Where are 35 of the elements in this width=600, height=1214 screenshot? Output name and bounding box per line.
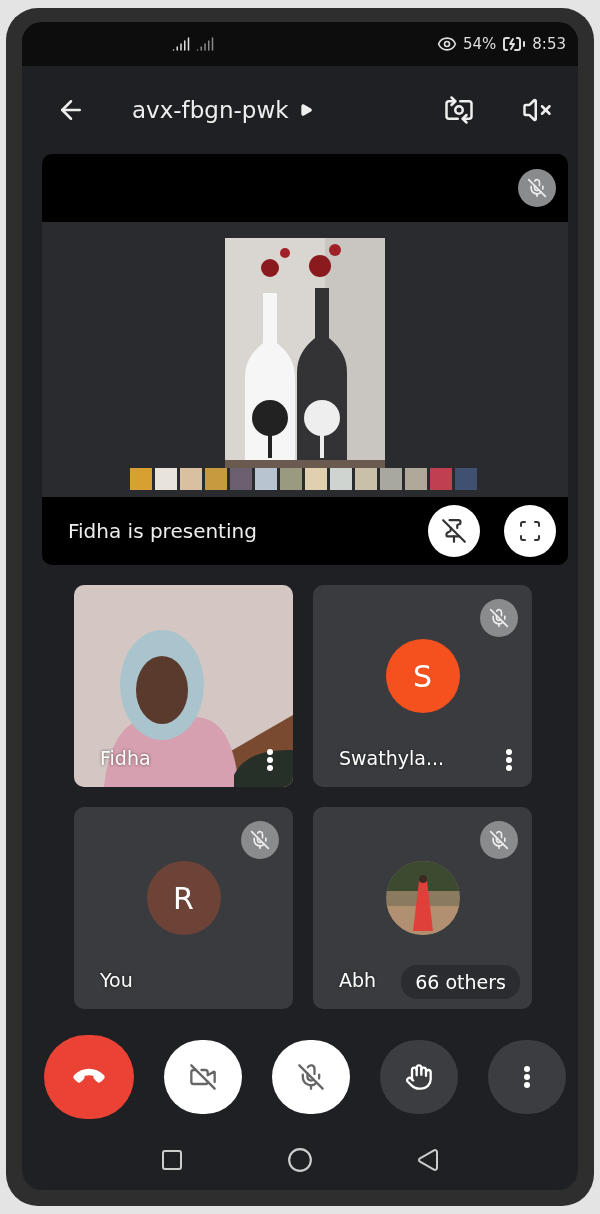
others-count-badge[interactable]: 66 others xyxy=(401,965,520,999)
participant-name: Abh xyxy=(339,969,377,991)
participant-name: You xyxy=(100,969,133,991)
eye-icon xyxy=(436,34,457,54)
caret-icon xyxy=(298,103,313,117)
more-icon xyxy=(506,749,512,771)
participant-name: Swathyla... xyxy=(339,747,445,769)
mic-off-icon xyxy=(297,1063,325,1091)
fullscreen-icon xyxy=(518,519,542,543)
mic-off-icon xyxy=(527,178,547,198)
clock: 8:53 xyxy=(532,35,566,53)
presenting-label: Fidha is presenting xyxy=(68,519,258,543)
meeting-code[interactable]: avx-fbgn-pwk xyxy=(132,97,289,123)
battery-percent: 54% xyxy=(462,35,497,53)
unpin-button[interactable] xyxy=(428,505,480,557)
unpin-icon xyxy=(441,518,467,544)
hand-icon xyxy=(405,1063,433,1091)
triangle-icon xyxy=(416,1147,440,1172)
square-icon xyxy=(160,1147,184,1172)
signal-icon xyxy=(196,35,214,53)
signal-icon xyxy=(172,35,190,53)
more-icon xyxy=(524,1066,530,1088)
fullscreen-button[interactable] xyxy=(504,505,556,557)
more-options-button[interactable] xyxy=(506,749,512,771)
circle-icon xyxy=(287,1146,313,1173)
camera-off-icon xyxy=(189,1063,217,1091)
avatar: S xyxy=(385,639,460,713)
mic-off-icon xyxy=(489,608,509,628)
mic-off-icon xyxy=(250,830,270,850)
mic-off-icon xyxy=(489,830,509,850)
participant-name: Fidha xyxy=(100,747,151,769)
more-options-button[interactable] xyxy=(267,749,273,771)
avatar: R xyxy=(146,861,221,935)
switch-camera-icon xyxy=(444,95,474,125)
more-icon xyxy=(267,749,273,771)
